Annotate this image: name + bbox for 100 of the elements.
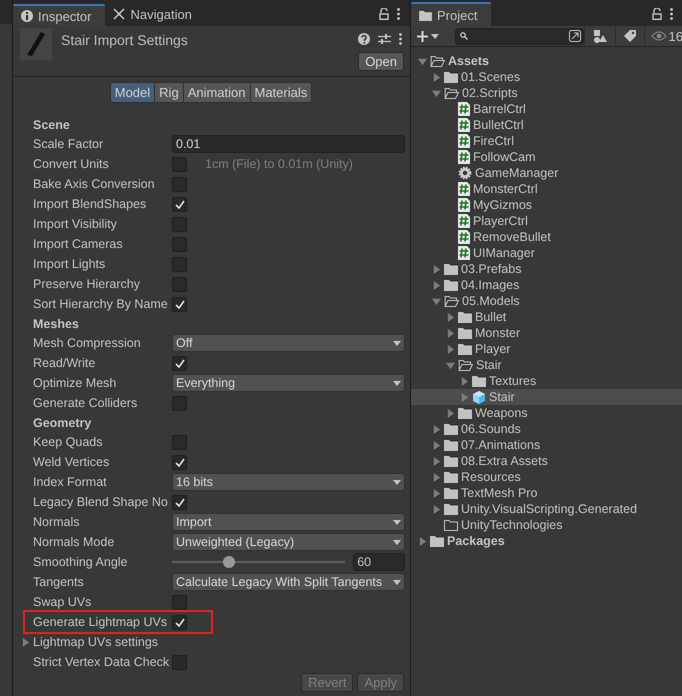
- tree-item[interactable]: GameManager: [411, 165, 682, 181]
- expanded-arrow-icon[interactable]: [432, 296, 440, 306]
- number-field[interactable]: 60: [353, 553, 405, 571]
- settings-tab[interactable]: Materials: [250, 82, 312, 103]
- checkbox[interactable]: [172, 296, 187, 312]
- checkbox[interactable]: [172, 454, 187, 470]
- settings-tab[interactable]: Model: [110, 82, 156, 103]
- open-folder-icon: [444, 87, 459, 99]
- dropdown[interactable]: Off: [172, 334, 405, 352]
- caret-icon: [393, 340, 401, 346]
- slider-thumb[interactable]: [223, 556, 236, 568]
- checkbox[interactable]: [172, 176, 187, 192]
- tree-item[interactable]: 05.Models: [411, 293, 682, 309]
- collapsed-arrow-icon[interactable]: [432, 504, 440, 514]
- tree-item[interactable]: Weapons: [411, 405, 682, 421]
- tree-item[interactable]: 03.Prefabs: [411, 261, 682, 277]
- checkbox[interactable]: [172, 276, 187, 292]
- tree-item[interactable]: 07.Animations: [411, 437, 682, 453]
- collapsed-arrow-icon[interactable]: [460, 376, 468, 386]
- tag-icon[interactable]: [624, 30, 636, 42]
- lock-icon[interactable]: [652, 8, 662, 20]
- tree-item[interactable]: Unity.VisualScripting.Generated: [411, 501, 682, 517]
- tree-item[interactable]: Player: [411, 341, 682, 357]
- slider-track[interactable]: [172, 556, 346, 568]
- collapsed-arrow-icon[interactable]: [418, 536, 426, 546]
- checkbox[interactable]: [172, 156, 187, 172]
- dropdown[interactable]: Calculate Legacy With Split Tangents: [172, 573, 405, 591]
- tree-item[interactable]: BarrelCtrl: [411, 101, 682, 117]
- checkbox[interactable]: [172, 594, 187, 610]
- help-icon[interactable]: [358, 33, 370, 45]
- tree-item[interactable]: Assets: [411, 53, 682, 69]
- dropdown[interactable]: 16 bits: [172, 473, 405, 491]
- collapsed-arrow-icon[interactable]: [432, 488, 440, 498]
- checkbox[interactable]: [172, 396, 187, 410]
- tree-item[interactable]: Monster: [411, 325, 682, 341]
- checkbox[interactable]: [172, 614, 187, 630]
- collapsed-arrow-icon[interactable]: [432, 472, 440, 482]
- collapsed-arrow-icon[interactable]: [432, 456, 440, 466]
- tree-item[interactable]: UnityTechnologies: [411, 517, 682, 533]
- collapsed-arrow-icon[interactable]: [432, 280, 440, 290]
- collapsed-arrow-icon[interactable]: [446, 328, 454, 338]
- checkbox[interactable]: [172, 654, 187, 670]
- text-field[interactable]: 0.01: [172, 135, 405, 153]
- dropdown[interactable]: Import: [172, 513, 405, 531]
- collapsed-arrow-icon[interactable]: [446, 312, 454, 322]
- settings-tab[interactable]: Rig: [154, 82, 184, 103]
- expand-window-icon[interactable]: [568, 30, 581, 42]
- tree-item[interactable]: 06.Sounds: [411, 421, 682, 437]
- collapsed-arrow-icon[interactable]: [432, 264, 440, 274]
- tree-item[interactable]: PlayerCtrl: [411, 213, 682, 229]
- tree-item[interactable]: Stair: [411, 357, 682, 373]
- expanded-arrow-icon[interactable]: [418, 56, 426, 66]
- section-heading: Scene: [33, 118, 70, 132]
- search-field[interactable]: [455, 28, 584, 44]
- dropdown[interactable]: Everything: [172, 374, 405, 392]
- collapsed-arrow-icon[interactable]: [432, 72, 440, 82]
- tree-item[interactable]: 08.Extra Assets: [411, 453, 682, 469]
- panel-tab[interactable]: Inspector: [13, 4, 106, 26]
- checkbox[interactable]: [172, 356, 187, 370]
- open-button[interactable]: Open: [358, 52, 404, 71]
- collapsed-arrow-icon[interactable]: [21, 638, 30, 646]
- collapsed-arrow-icon[interactable]: [446, 408, 454, 418]
- tree-item[interactable]: BulletCtrl: [411, 117, 682, 133]
- expanded-arrow-icon[interactable]: [432, 88, 440, 98]
- shapes-icon[interactable]: [592, 30, 607, 42]
- collapsed-arrow-icon[interactable]: [432, 424, 440, 434]
- tree-item[interactable]: 04.Images: [411, 277, 682, 293]
- dropdown[interactable]: Unweighted (Legacy): [172, 533, 405, 551]
- tree-item[interactable]: Resources: [411, 469, 682, 485]
- tree-item[interactable]: MyGizmos: [411, 197, 682, 213]
- tree-item[interactable]: Stair: [411, 389, 682, 405]
- collapsed-arrow-icon[interactable]: [432, 440, 440, 450]
- tree-item[interactable]: 02.Scripts: [411, 85, 682, 101]
- checkbox[interactable]: [172, 256, 187, 272]
- lock-icon[interactable]: [379, 8, 389, 20]
- tree-item[interactable]: Bullet: [411, 309, 682, 325]
- checkbox[interactable]: [172, 216, 187, 232]
- tree-item[interactable]: Textures: [411, 373, 682, 389]
- more-icon[interactable]: [399, 33, 402, 45]
- tree-item[interactable]: RemoveBullet: [411, 229, 682, 245]
- tree-item[interactable]: MonsterCtrl: [411, 181, 682, 197]
- settings-tab[interactable]: Animation: [182, 82, 250, 103]
- collapsed-arrow-icon[interactable]: [460, 392, 468, 402]
- settings-sliders-icon[interactable]: [378, 33, 391, 45]
- more-icon[interactable]: [397, 8, 400, 20]
- tree-item[interactable]: FireCtrl: [411, 133, 682, 149]
- checkbox[interactable]: [172, 236, 187, 252]
- more-icon[interactable]: [670, 8, 673, 20]
- collapsed-arrow-icon[interactable]: [446, 344, 454, 354]
- tree-item[interactable]: Packages: [411, 533, 682, 549]
- checkbox[interactable]: [172, 434, 187, 450]
- tree-item[interactable]: 01.Scenes: [411, 69, 682, 85]
- checkbox[interactable]: [172, 494, 187, 510]
- panel-tab[interactable]: Project: [411, 2, 492, 26]
- tree-item[interactable]: UIManager: [411, 245, 682, 261]
- expanded-arrow-icon[interactable]: [446, 360, 454, 370]
- foldout-label[interactable]: Lightmap UVs settings: [33, 635, 158, 649]
- tree-item[interactable]: TextMesh Pro: [411, 485, 682, 501]
- tree-item[interactable]: FollowCam: [411, 149, 682, 165]
- checkbox[interactable]: [172, 196, 187, 212]
